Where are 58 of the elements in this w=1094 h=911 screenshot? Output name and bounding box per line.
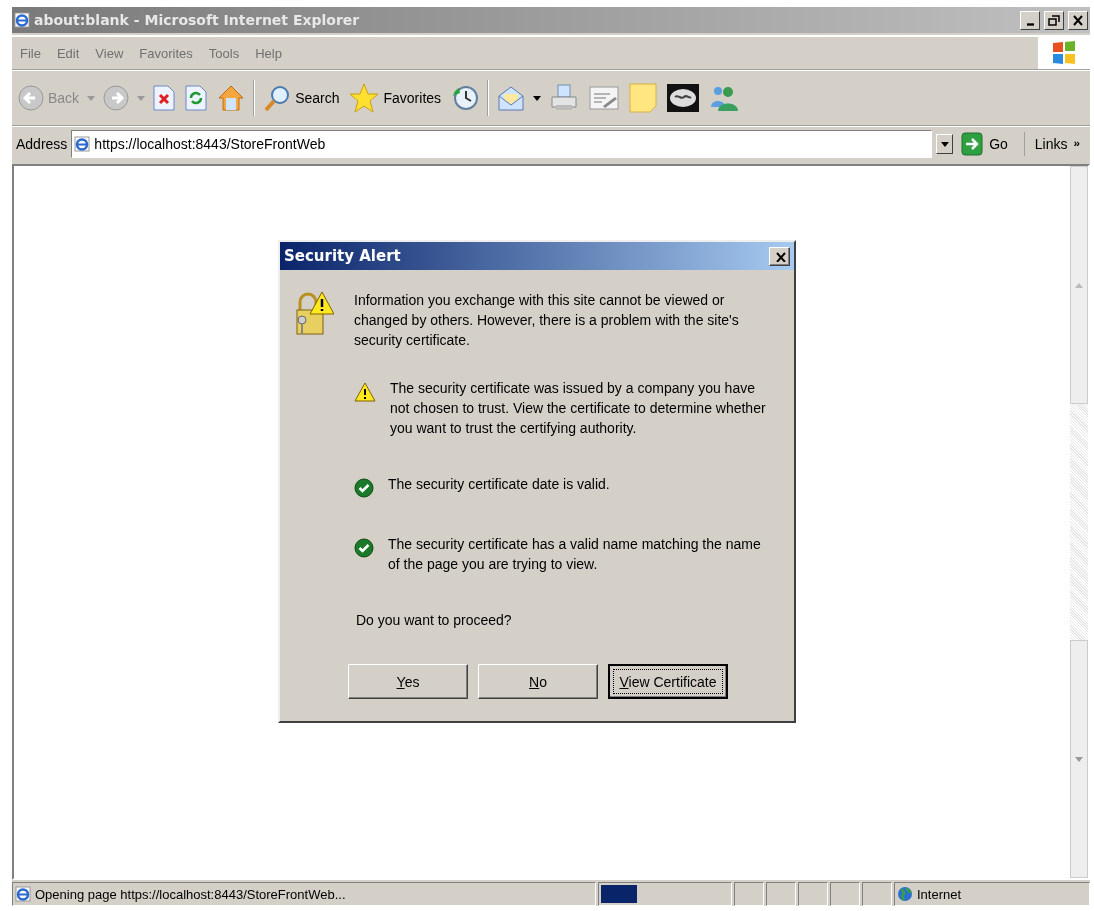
scrollbar[interactable] (1070, 166, 1088, 878)
intro-text: Information you exchange with this site cannot be viewed or changed by others. However, there is a problem with the site's security certificate. (354, 291, 740, 350)
check-icon (354, 478, 374, 498)
restore-icon (1046, 12, 1062, 28)
status-panel (862, 882, 892, 906)
stop-button[interactable] (151, 83, 178, 113)
home-icon (217, 84, 246, 112)
page-icon (15, 886, 31, 902)
window-title: about:blank - Microsoft Internet Explorer (34, 12, 361, 28)
envelope-icon (497, 84, 526, 112)
spy-button[interactable] (665, 82, 702, 114)
up-arrow-icon (1075, 282, 1083, 288)
minimize-button[interactable] (1020, 10, 1040, 30)
favorites-button[interactable]: Favorites (347, 81, 444, 115)
printer-icon (549, 83, 580, 113)
zone-label: Internet (917, 886, 962, 902)
refresh-icon (185, 85, 208, 111)
close-button[interactable] (1068, 10, 1088, 30)
dialog-title: Security Alert (284, 247, 401, 265)
minimize-icon (1026, 22, 1034, 26)
edit-button[interactable] (587, 83, 622, 113)
go-button[interactable]: Go (957, 132, 1025, 156)
refresh-button[interactable] (183, 83, 210, 113)
padlock-warning-icon (294, 290, 334, 338)
status-panel (798, 882, 828, 906)
dialog-button[interactable]: Yes (348, 664, 468, 699)
search-icon (263, 84, 292, 112)
dialog-button[interactable]: View Certificate (608, 664, 728, 699)
browser-logo-icon (14, 12, 30, 28)
stop-icon (153, 85, 176, 111)
search-button[interactable]: Search (261, 82, 342, 114)
page-icon (74, 136, 91, 152)
address-field[interactable]: https://localhost:8443/StoreFrontWeb (71, 130, 933, 158)
status-panel (830, 882, 860, 906)
windows-flag-icon (1050, 39, 1078, 67)
close-button[interactable] (769, 246, 790, 266)
check-icon (354, 538, 374, 558)
edit-document-icon (589, 85, 620, 111)
spy-logo-icon (667, 84, 700, 112)
check-text: The security certificate has a valid name matching the name of the page you are trying to view. (388, 535, 762, 574)
check-text: The security certificate was issued by a company you have not chosen to trust. View the certificate to determine whether you want to trust the certifying authority. (390, 379, 767, 438)
question-text: Do you want to proceed? (356, 612, 513, 628)
dialog-button[interactable]: No (478, 664, 598, 699)
star-icon (349, 83, 380, 113)
warning-icon (354, 382, 376, 402)
down-arrow-icon (1075, 756, 1083, 762)
status-panel (766, 882, 796, 906)
globe-icon (897, 886, 913, 902)
address-label: Address (16, 136, 68, 152)
restore-button[interactable] (1044, 10, 1064, 30)
dropdown-button[interactable] (936, 134, 954, 154)
status-panel (734, 882, 764, 906)
links-button[interactable]: Links $^{»}$ (1028, 136, 1086, 152)
note-icon (629, 83, 658, 113)
dropdown-arrow-icon[interactable] (533, 95, 542, 101)
check-text: The security certificate date is valid. (388, 475, 611, 494)
status-text: Opening page https://localhost:8443/StoreFrontWeb... (35, 886, 346, 902)
caret-icon (940, 141, 949, 147)
